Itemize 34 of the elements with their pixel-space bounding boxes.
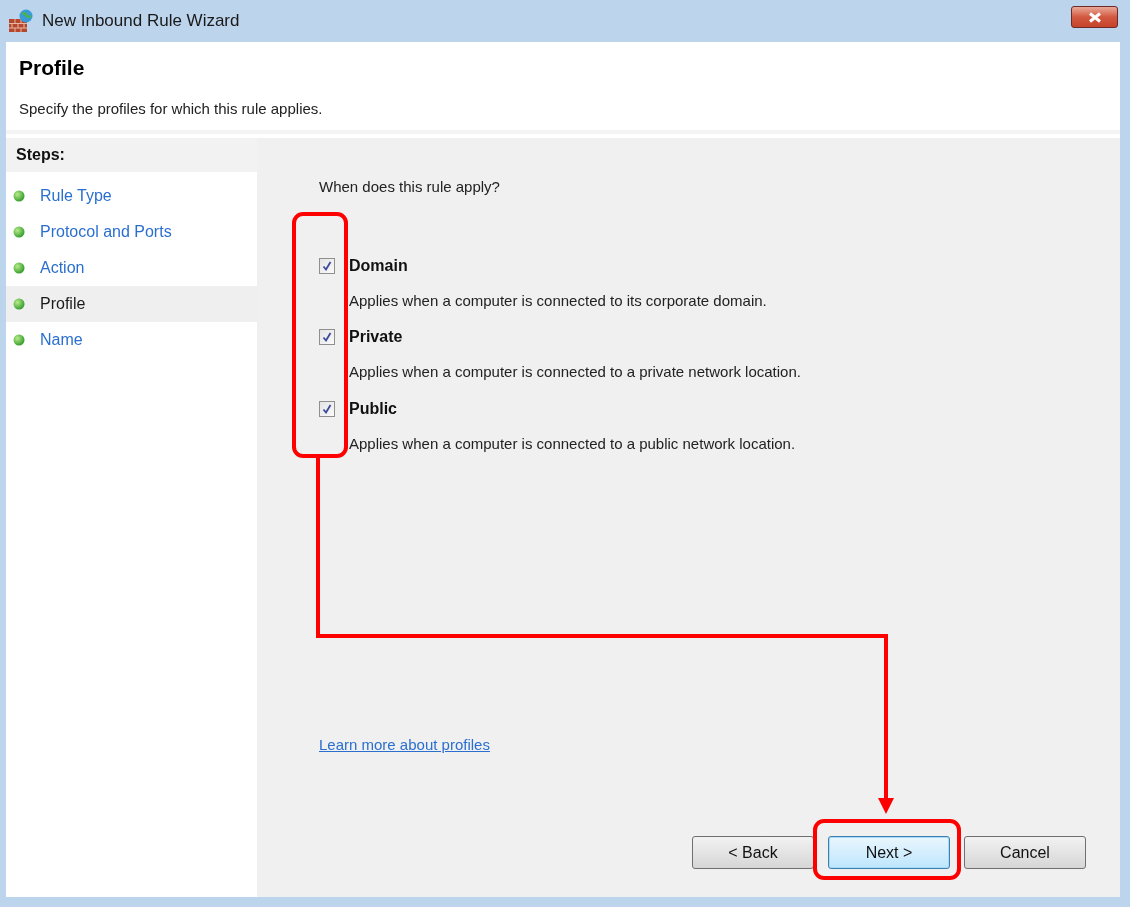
profile-description: Applies when a computer is connected to a public network location. bbox=[349, 433, 797, 454]
step-item[interactable]: Name bbox=[6, 322, 257, 358]
step-item[interactable]: Action bbox=[6, 250, 257, 286]
checkmark-icon bbox=[322, 403, 332, 414]
wizard-button[interactable]: Cancel bbox=[964, 836, 1086, 869]
status-dot-icon bbox=[13, 262, 25, 274]
status-dot-icon bbox=[13, 226, 25, 238]
status-dot-icon bbox=[13, 334, 25, 346]
status-dot-icon bbox=[13, 298, 25, 310]
step-item[interactable]: Profile bbox=[6, 286, 257, 322]
checkbox[interactable] bbox=[319, 329, 335, 345]
step-item[interactable]: Rule Type bbox=[6, 178, 257, 214]
checkmark-icon bbox=[322, 332, 332, 342]
wizard-button[interactable]: < Back bbox=[692, 836, 814, 869]
profile-description: Applies when a computer is connected to a private network location. bbox=[349, 362, 802, 382]
window-title: New Inbound Rule Wizard bbox=[42, 10, 240, 33]
step-item[interactable]: Protocol and Ports bbox=[6, 214, 257, 250]
checkbox[interactable] bbox=[319, 400, 335, 417]
checkmark-icon bbox=[322, 260, 332, 271]
page-title: Profile bbox=[19, 55, 86, 81]
question-text: When does this rule apply? bbox=[319, 177, 501, 197]
page-description: Specify the profiles for which this rule applies. bbox=[19, 98, 324, 119]
firewall-icon bbox=[8, 9, 34, 33]
profile-description: Applies when a computer is connected to its corporate domain. bbox=[349, 290, 768, 311]
profile-label: Public bbox=[349, 398, 397, 419]
steps-heading: Steps: bbox=[16, 145, 65, 165]
checkbox[interactable] bbox=[319, 257, 335, 274]
close-icon bbox=[1087, 11, 1102, 23]
wizard-button[interactable]: Next > bbox=[828, 836, 950, 869]
learn-more-link[interactable]: Learn more about profiles bbox=[319, 733, 490, 756]
close-button[interactable] bbox=[1071, 6, 1118, 28]
profile-label: Domain bbox=[349, 255, 408, 276]
status-dot-icon bbox=[13, 190, 25, 202]
profile-label: Private bbox=[349, 327, 403, 347]
